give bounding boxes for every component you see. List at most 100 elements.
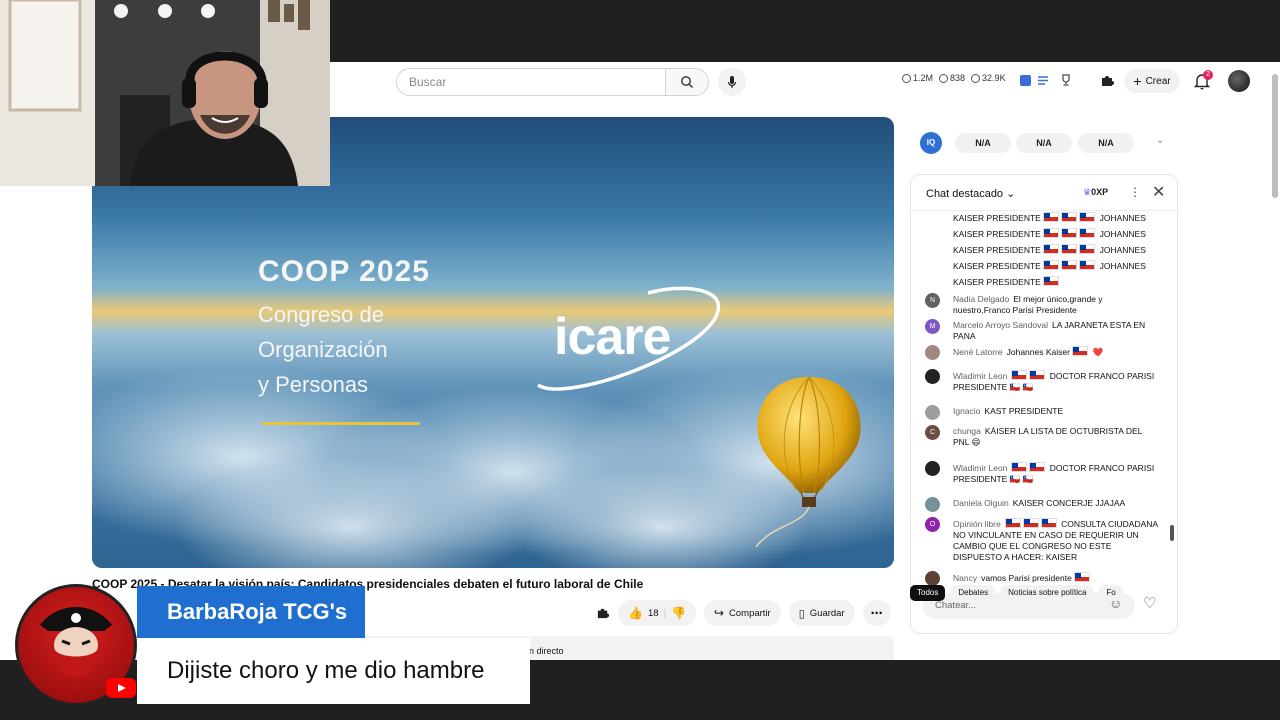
chat-text: KAISER PRESIDENTE bbox=[953, 213, 1044, 223]
chip-more[interactable]: Fo bbox=[1099, 585, 1123, 601]
extension-pill[interactable]: N/A bbox=[955, 133, 1011, 153]
list-icon[interactable] bbox=[1037, 75, 1049, 86]
chile-flag-icon bbox=[1011, 370, 1028, 380]
slide-accent-line bbox=[262, 422, 420, 425]
chat-author[interactable]: chunga bbox=[953, 426, 981, 436]
chat-text: KAST PRESIDENTE bbox=[984, 406, 1064, 416]
chat-author[interactable]: Nadia Delgado bbox=[953, 294, 1009, 304]
chat-message-text: KAISER PRESIDENTE JOHANNES bbox=[953, 228, 1158, 240]
chile-flag-icon bbox=[1074, 572, 1091, 582]
chat-author[interactable]: Nancy bbox=[953, 573, 977, 583]
chat-scrollbar[interactable] bbox=[1170, 525, 1174, 541]
chile-flag-icon bbox=[1061, 228, 1078, 238]
chip-debates[interactable]: Debates bbox=[951, 585, 996, 601]
chat-avatar[interactable] bbox=[925, 369, 940, 384]
chevron-down-icon[interactable]: ⌄ bbox=[1156, 135, 1164, 146]
icare-logo: icare bbox=[554, 308, 671, 366]
more-actions-button[interactable]: ⋯ bbox=[862, 600, 891, 626]
create-label: Crear bbox=[1145, 75, 1171, 87]
chat-avatar[interactable] bbox=[925, 461, 940, 476]
slide-subtitle-line: y Personas bbox=[258, 372, 369, 397]
chile-flag-icon bbox=[1022, 518, 1039, 528]
chat-text: KAISER PRESIDENTE bbox=[953, 229, 1044, 239]
quote-banner: Dijiste choro y me dio hambre bbox=[137, 638, 530, 704]
chile-flag-icon bbox=[1043, 260, 1060, 270]
chat-avatar[interactable] bbox=[925, 497, 940, 512]
more-icon: ⋯ bbox=[870, 606, 883, 620]
share-label: Compartir bbox=[729, 607, 771, 619]
save-button[interactable]: ▯ Guardar bbox=[788, 600, 855, 626]
slide-subtitle-line: Organización bbox=[258, 337, 388, 362]
puzzle-icon[interactable] bbox=[596, 606, 610, 620]
chile-flag-icon bbox=[1029, 370, 1046, 380]
views-count: 1.2M bbox=[913, 73, 934, 83]
chile-flag-icon bbox=[1029, 462, 1046, 472]
page-scrollbar[interactable] bbox=[1272, 74, 1278, 198]
chat-menu-icon[interactable]: ⋮ bbox=[1129, 185, 1141, 199]
chat-message-text: Nadia Delgado El mejor único,grande y nue… bbox=[953, 294, 1158, 316]
chat-avatar[interactable] bbox=[925, 405, 940, 420]
chat-text: KAISER CONCERJE JJAJAA bbox=[1012, 498, 1126, 508]
share-button[interactable]: ↪ Compartir bbox=[703, 600, 781, 626]
slide-subtitle-line: Congreso de bbox=[258, 302, 384, 327]
account-avatar[interactable] bbox=[1228, 70, 1250, 92]
trophy-icon[interactable] bbox=[1060, 74, 1072, 86]
chat-avatar[interactable]: N bbox=[925, 293, 940, 308]
iq-logo[interactable]: IQ bbox=[920, 132, 942, 154]
chile-flag-icon bbox=[1011, 462, 1028, 472]
chat-message-text: KAISER PRESIDENTE JOHANNES bbox=[953, 260, 1158, 272]
like-icon bbox=[971, 73, 981, 83]
chat-author[interactable]: Wladimir Leon bbox=[953, 371, 1007, 381]
chip-all[interactable]: Todos bbox=[910, 585, 946, 601]
chile-flag-icon bbox=[1043, 276, 1060, 286]
chat-author[interactable]: Daniela Olguin bbox=[953, 498, 1009, 508]
close-icon[interactable]: ✕ bbox=[1152, 182, 1165, 202]
chat-author[interactable]: Marcelo Arroyo Sandoval bbox=[953, 320, 1048, 330]
chat-author[interactable]: Wladimir Leon bbox=[953, 463, 1007, 473]
voice-search-button[interactable] bbox=[718, 68, 746, 96]
create-button[interactable]: + Crear bbox=[1124, 69, 1180, 93]
thumbs-down-icon[interactable]: 👎 bbox=[671, 606, 686, 620]
extension-pill[interactable]: N/A bbox=[1078, 133, 1134, 153]
chile-flag-icon bbox=[1004, 518, 1021, 528]
chile-flag-icon bbox=[1079, 228, 1096, 238]
bookmark-icon: ▯ bbox=[798, 607, 805, 620]
chat-avatar[interactable]: C bbox=[925, 425, 940, 440]
chat-author[interactable]: Opinión libre bbox=[953, 519, 1001, 529]
extension-pill[interactable]: N/A bbox=[1016, 133, 1072, 153]
puzzle-icon[interactable] bbox=[1100, 73, 1115, 88]
chat-mode-selector[interactable]: Chat destacado ⌄ bbox=[926, 187, 1015, 200]
search-input[interactable]: Buscar bbox=[396, 68, 666, 96]
youtube-icon bbox=[106, 678, 136, 698]
watching-count: 838 bbox=[950, 73, 966, 83]
crown-icon: ♛ bbox=[1083, 187, 1092, 197]
chat-message-text: Nancy vamos Parisi presidente bbox=[953, 572, 1158, 584]
save-label: Guardar bbox=[809, 607, 845, 619]
slide-title: COOP 2025 bbox=[258, 255, 430, 288]
chat-text-tail: JOHANNES bbox=[1097, 261, 1146, 271]
eye-icon bbox=[939, 73, 949, 83]
chat-avatar[interactable] bbox=[925, 571, 940, 586]
chat-text: KAISER PRESIDENTE bbox=[953, 261, 1044, 271]
chat-message-text: KAISER PRESIDENTE JOHANNES bbox=[953, 244, 1158, 256]
chat-avatar[interactable]: M bbox=[925, 319, 940, 334]
likes-count: 32.9K bbox=[982, 73, 1006, 83]
chat-avatar[interactable]: O bbox=[925, 517, 940, 532]
chat-avatar[interactable] bbox=[925, 345, 940, 360]
streamer-image bbox=[0, 0, 330, 186]
chat-message-text: chunga KÁISER LA LISTA DE OCTUBRISTA DEL … bbox=[953, 426, 1158, 448]
extension-icon[interactable] bbox=[1020, 75, 1031, 86]
chat-message-text: Wladimir Leon DOCTOR FRANCO PARISI PRESI… bbox=[953, 462, 1158, 485]
xp-badge[interactable]: ♛0XP bbox=[1083, 187, 1108, 198]
chip-politics[interactable]: Noticias sobre política bbox=[1001, 585, 1094, 601]
chat-author[interactable]: Ignacio bbox=[953, 406, 980, 416]
chile-flag-icon bbox=[1043, 212, 1060, 222]
chat-author[interactable]: Nené Latorre bbox=[953, 347, 1003, 357]
search-button[interactable] bbox=[665, 68, 709, 96]
plus-icon: + bbox=[1133, 73, 1142, 89]
hot-air-balloon-image bbox=[755, 376, 861, 548]
heart-icon[interactable]: ♡ bbox=[1143, 594, 1156, 612]
thumbs-up-icon[interactable]: 👍 bbox=[628, 606, 643, 620]
chile-flag-icon bbox=[1072, 346, 1089, 356]
xp-value: 0XP bbox=[1091, 187, 1109, 197]
